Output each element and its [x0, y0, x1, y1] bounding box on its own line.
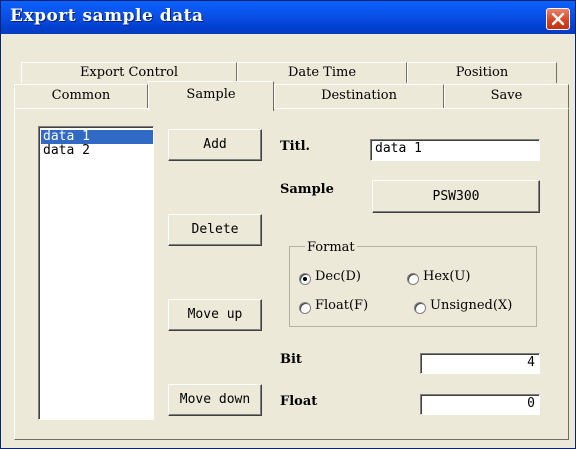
close-icon: [551, 12, 565, 26]
move-up-button[interactable]: Move up: [168, 299, 262, 331]
data-listbox[interactable]: data 1 data 2: [38, 126, 154, 420]
title-bar[interactable]: Export sample data: [1, 1, 575, 34]
bit-label: Bit: [280, 352, 302, 367]
add-button[interactable]: Add: [168, 129, 262, 161]
tab-label: Date Time: [287, 65, 357, 80]
format-legend: Format: [305, 240, 357, 255]
tab-common[interactable]: Common: [14, 84, 148, 109]
sample-tab-panel: data 1 data 2 Add Delete Move up Move do…: [14, 108, 569, 440]
tab-position[interactable]: Position: [407, 62, 557, 83]
tab-date-time[interactable]: Date Time: [237, 62, 407, 83]
bit-input[interactable]: 4: [420, 353, 540, 374]
float-label: Float: [280, 394, 318, 409]
sample-select-button[interactable]: PSW300: [372, 180, 540, 213]
format-group: [289, 246, 537, 327]
radio-hex[interactable]: [407, 273, 419, 285]
sample-label: Sample: [280, 182, 334, 197]
tab-label: Destination: [321, 88, 397, 103]
radio-dec-label[interactable]: Dec(D): [315, 269, 361, 284]
float-input[interactable]: 0: [420, 394, 540, 415]
tab-sample[interactable]: Sample: [148, 81, 274, 111]
radio-unsigned[interactable]: [414, 302, 426, 314]
tab-label: Sample: [186, 87, 236, 102]
radio-dec[interactable]: [299, 273, 311, 285]
tab-label: Save: [490, 88, 523, 103]
radio-hex-label[interactable]: Hex(U): [423, 269, 470, 284]
close-button[interactable]: [546, 8, 570, 30]
window-title: Export sample data: [10, 6, 204, 26]
export-dialog: Export sample data Export Control Date T…: [0, 0, 576, 449]
tab-label: Common: [51, 88, 111, 103]
tab-export-control[interactable]: Export Control: [21, 62, 237, 83]
radio-float-label[interactable]: Float(F): [315, 298, 368, 313]
tab-label: Position: [455, 65, 509, 80]
radio-float[interactable]: [299, 302, 311, 314]
radio-unsigned-label[interactable]: Unsigned(X): [430, 298, 512, 313]
tab-destination[interactable]: Destination: [274, 84, 444, 109]
delete-button[interactable]: Delete: [168, 214, 262, 246]
title-input[interactable]: data 1: [370, 139, 540, 161]
tab-save[interactable]: Save: [444, 84, 569, 109]
tab-label: Export Control: [79, 65, 179, 80]
move-down-button[interactable]: Move down: [168, 384, 262, 416]
list-item[interactable]: data 2: [41, 144, 153, 158]
title-label: Titl.: [280, 139, 311, 154]
list-item[interactable]: data 1: [41, 130, 153, 144]
